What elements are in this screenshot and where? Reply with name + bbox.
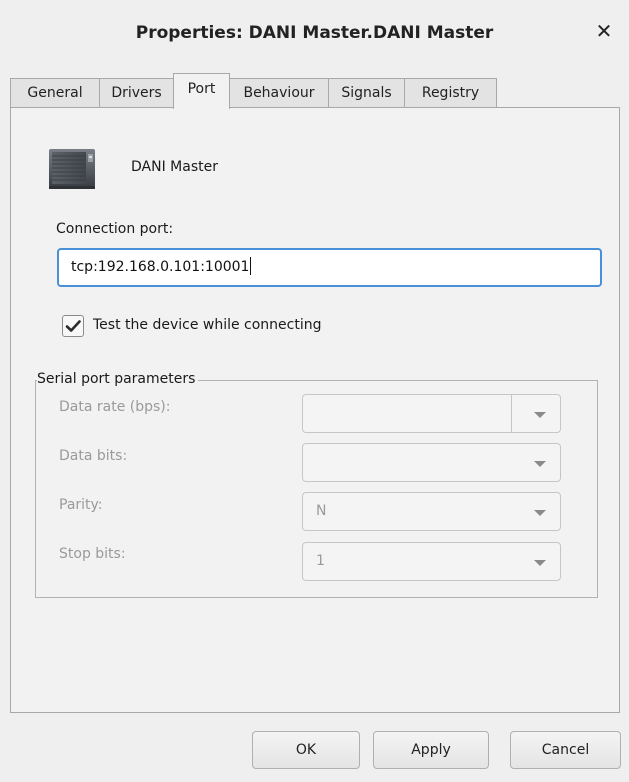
combo-divider: [511, 395, 512, 432]
data-bits-select[interactable]: [302, 443, 561, 482]
chevron-down-icon[interactable]: [534, 510, 546, 516]
test-device-label[interactable]: Test the device while connecting: [93, 317, 322, 333]
apply-button[interactable]: Apply: [373, 731, 489, 769]
tab-signals[interactable]: Signals: [328, 78, 405, 108]
parity-value: N: [316, 503, 327, 519]
parity-select[interactable]: N: [302, 492, 561, 531]
title-bar: Properties: DANI Master.DANI Master ✕: [0, 0, 629, 70]
data-rate-label: Data rate (bps):: [59, 399, 171, 415]
parity-label: Parity:: [59, 497, 103, 513]
connection-port-label: Connection port:: [56, 221, 174, 237]
tab-drivers[interactable]: Drivers: [99, 78, 174, 108]
tab-port[interactable]: Port: [173, 73, 230, 109]
stop-bits-value: 1: [316, 553, 325, 569]
tab-general[interactable]: General: [10, 78, 100, 108]
serial-port-group-title: Serial port parameters: [37, 371, 199, 387]
tab-registry[interactable]: Registry: [404, 78, 497, 108]
window-title: Properties: DANI Master.DANI Master: [135, 23, 494, 43]
chevron-down-icon[interactable]: [534, 412, 546, 418]
device-name: DANI Master: [131, 159, 218, 175]
connection-port-input[interactable]: tcp:192.168.0.101:10001: [57, 248, 602, 287]
cancel-button[interactable]: Cancel: [510, 731, 621, 769]
close-icon[interactable]: ✕: [593, 20, 615, 42]
data-bits-label: Data bits:: [59, 448, 128, 464]
checkmark-icon: [65, 320, 81, 332]
stop-bits-select[interactable]: 1: [302, 542, 561, 581]
tab-behaviour[interactable]: Behaviour: [229, 78, 329, 108]
connection-port-value: tcp:192.168.0.101:10001: [71, 259, 250, 275]
ok-button[interactable]: OK: [252, 731, 360, 769]
chevron-down-icon[interactable]: [534, 461, 546, 467]
chevron-down-icon[interactable]: [534, 560, 546, 566]
data-rate-select[interactable]: [302, 394, 561, 433]
test-device-checkbox[interactable]: [62, 315, 84, 337]
stop-bits-label: Stop bits:: [59, 546, 126, 562]
device-icon: [49, 149, 95, 189]
text-caret: [250, 257, 252, 275]
